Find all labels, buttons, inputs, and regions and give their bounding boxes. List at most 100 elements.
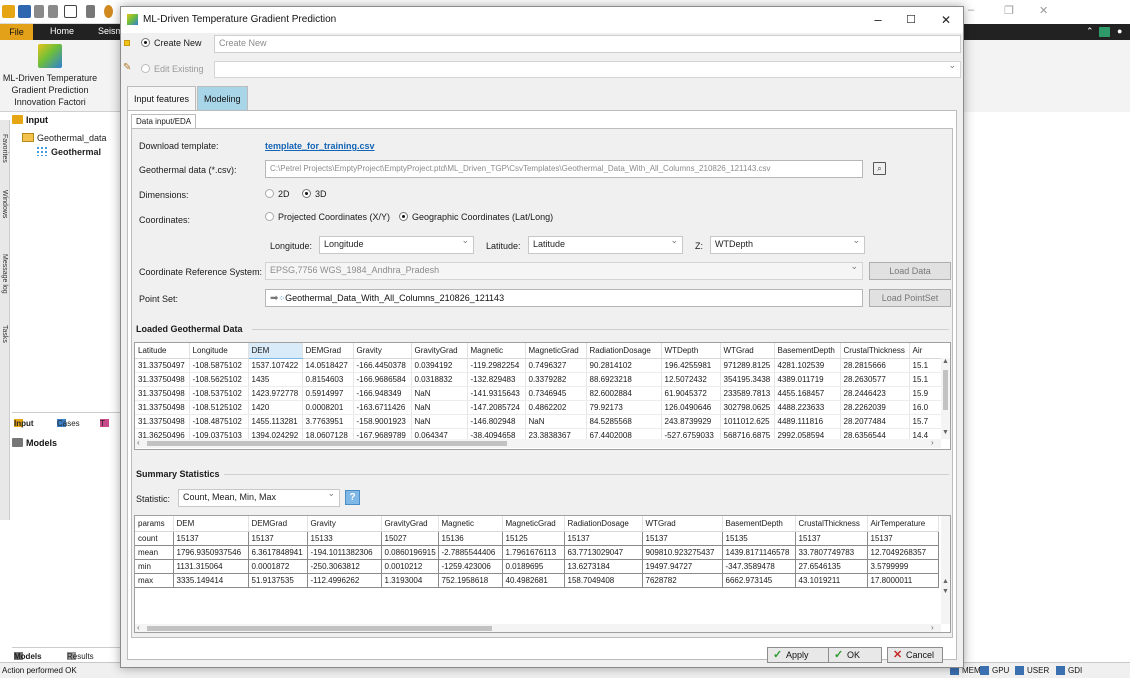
table-cell[interactable]: -250.3063812 bbox=[307, 559, 382, 574]
table-cell[interactable]: 1011012.625 bbox=[720, 414, 775, 429]
table-cell[interactable]: 28.2630577 bbox=[840, 372, 910, 387]
table-cell[interactable]: 3335.149414 bbox=[173, 573, 249, 588]
column-header[interactable]: Longitude bbox=[189, 343, 249, 359]
column-header[interactable]: BasementDepth bbox=[774, 343, 841, 359]
column-header[interactable]: GravityGrad bbox=[411, 343, 468, 359]
loaded-vscroll-thumb[interactable] bbox=[943, 370, 948, 410]
table-row[interactable]: max 3335.149414 51.9137535 -112.4996262 1.31… bbox=[135, 573, 939, 588]
table-cell[interactable]: 18.0607128 bbox=[302, 428, 354, 439]
table-cell[interactable]: 82.6002884 bbox=[586, 386, 662, 401]
table-cell[interactable]: 43.1019211 bbox=[795, 573, 868, 588]
table-cell[interactable]: -108.5125102 bbox=[189, 400, 249, 415]
table-cell[interactable]: 15137 bbox=[173, 531, 249, 546]
table-cell[interactable]: 0.0860196915 bbox=[381, 545, 439, 560]
table-cell[interactable]: 31.33750497 bbox=[135, 358, 190, 373]
ok-button[interactable]: ✓ OK bbox=[828, 647, 882, 663]
table-cell[interactable]: 0.0010212 bbox=[381, 559, 439, 574]
table-cell[interactable]: 15027 bbox=[381, 531, 439, 546]
table-cell[interactable]: 14.0518427 bbox=[302, 358, 354, 373]
table-cell[interactable]: 28.2446423 bbox=[840, 386, 910, 401]
table-cell[interactable]: 67.4402008 bbox=[586, 428, 662, 439]
summary-vertical-scrollbar[interactable]: ▲ ▼ bbox=[941, 516, 950, 624]
column-header[interactable]: CrustalThickness bbox=[795, 516, 868, 532]
table-cell[interactable]: 4488.223633 bbox=[774, 400, 841, 415]
table-cell[interactable]: -119.2982254 bbox=[467, 358, 526, 373]
table-cell[interactable]: 0.4862202 bbox=[525, 400, 587, 415]
table-cell[interactable]: 354195.3438 bbox=[720, 372, 775, 387]
dimension-3d-radio[interactable]: 3D bbox=[302, 189, 327, 199]
minimize-button[interactable]: – bbox=[863, 10, 893, 30]
table-cell[interactable]: 0.0189695 bbox=[502, 559, 565, 574]
loaded-hscroll-thumb[interactable] bbox=[147, 441, 507, 446]
table-cell[interactable]: NaN bbox=[525, 414, 587, 429]
load-pointset-button[interactable]: Load PointSet bbox=[869, 289, 951, 307]
tree-item-geothermal-pointset[interactable]: Geothermal bbox=[36, 146, 101, 157]
table-cell[interactable]: min bbox=[135, 559, 174, 574]
table-cell[interactable]: 3.7763951 bbox=[302, 414, 354, 429]
table-cell[interactable]: 126.0490646 bbox=[661, 400, 721, 415]
help-icon[interactable]: ⌃ bbox=[1086, 26, 1094, 37]
table-cell[interactable]: -166.9686584 bbox=[353, 372, 412, 387]
geothermal-data-path-input[interactable]: C:\Petrel Projects\EmptyProject\EmptyPro… bbox=[265, 160, 863, 178]
table-cell[interactable]: 31.33750498 bbox=[135, 372, 190, 387]
table-row[interactable]: count 15137 15137 15133 15027 15136 15125 15137… bbox=[135, 531, 939, 546]
table-cell[interactable]: 15125 bbox=[502, 531, 565, 546]
table-cell[interactable]: 61.9045372 bbox=[661, 386, 721, 401]
search-icon[interactable] bbox=[104, 5, 113, 18]
table-cell[interactable]: 0.7346945 bbox=[525, 386, 587, 401]
column-header[interactable]: DEM bbox=[248, 343, 303, 359]
table-cell[interactable]: -527.6759033 bbox=[661, 428, 721, 439]
scroll-left-arrow-icon[interactable]: ‹ bbox=[137, 438, 140, 447]
table-cell[interactable]: 31.36250496 bbox=[135, 428, 190, 439]
table-cell[interactable]: 971289.8125 bbox=[720, 358, 775, 373]
table-row[interactable]: 31.36250496 -109.0375103 1394.024292 18.060… bbox=[135, 428, 941, 439]
table-cell[interactable]: 51.9137535 bbox=[248, 573, 308, 588]
scroll-right-arrow-icon[interactable]: › bbox=[931, 438, 934, 447]
table-cell[interactable]: 2992.058594 bbox=[774, 428, 841, 439]
save-icon[interactable] bbox=[18, 5, 31, 18]
table-cell[interactable]: -167.9689789 bbox=[353, 428, 412, 439]
table-cell[interactable]: -1259.423006 bbox=[438, 559, 503, 574]
table-cell[interactable]: -166.4450378 bbox=[353, 358, 412, 373]
table-cell[interactable]: 0.0394192 bbox=[411, 358, 468, 373]
table-cell[interactable]: 1394.024292 bbox=[248, 428, 303, 439]
column-header[interactable]: CrustalThickness bbox=[840, 343, 910, 359]
table-cell[interactable]: 63.7713029047 bbox=[564, 545, 643, 560]
summary-scroll-right-icon[interactable]: › bbox=[931, 623, 934, 632]
summary-scroll-left-icon[interactable]: ‹ bbox=[137, 623, 140, 632]
table-cell[interactable]: 6662.973145 bbox=[722, 573, 796, 588]
column-header[interactable]: MagneticGrad bbox=[502, 516, 565, 532]
table-cell[interactable]: 15137 bbox=[795, 531, 868, 546]
edit-existing-select[interactable] bbox=[214, 61, 961, 78]
column-header[interactable]: WTGrad bbox=[642, 516, 723, 532]
projected-coordinates-radio[interactable]: Projected Coordinates (X/Y) bbox=[265, 212, 390, 222]
column-header[interactable]: DEM bbox=[173, 516, 249, 532]
table-row[interactable]: 31.33750497 -108.5875102 1537.107422 14.051… bbox=[135, 358, 941, 373]
table-cell[interactable]: 196.4255981 bbox=[661, 358, 721, 373]
create-new-input[interactable]: Create New bbox=[214, 35, 961, 53]
table-cell[interactable]: 1.7961676113 bbox=[502, 545, 565, 560]
table-cell[interactable]: 15135 bbox=[722, 531, 796, 546]
table-cell[interactable]: 752.1958618 bbox=[438, 573, 503, 588]
table-cell[interactable]: 0.7496327 bbox=[525, 358, 587, 373]
table-cell[interactable]: NaN bbox=[411, 414, 468, 429]
table-cell[interactable]: 84.5285568 bbox=[586, 414, 662, 429]
table-cell[interactable]: 15137 bbox=[642, 531, 723, 546]
load-data-button[interactable]: Load Data bbox=[869, 262, 951, 280]
table-cell[interactable]: 0.5914997 bbox=[302, 386, 354, 401]
maximize-button[interactable]: ☐ bbox=[896, 10, 926, 30]
host-minimize-icon[interactable]: – bbox=[968, 4, 974, 16]
column-header[interactable]: BasementDepth bbox=[722, 516, 796, 532]
table-cell[interactable]: -132.829483 bbox=[467, 372, 526, 387]
loaded-data-grid[interactable]: Latitude Longitude DEM DEMGrad Gravity Gravit… bbox=[134, 342, 951, 450]
table-cell[interactable]: 17.8000011 bbox=[867, 573, 939, 588]
ml-plugin-label[interactable]: ML-Driven Temperature Gradient Predictio… bbox=[0, 72, 100, 108]
ribbon-tab-file[interactable]: File bbox=[0, 24, 33, 40]
subtab-data-input-eda[interactable]: Data input/EDA bbox=[131, 114, 197, 128]
table-row[interactable]: 31.33750498 -108.4875102 1455.113281 3.7763… bbox=[135, 414, 941, 429]
table-cell[interactable]: 4389.011719 bbox=[774, 372, 841, 387]
table-cell[interactable]: -2.7885544406 bbox=[438, 545, 503, 560]
table-cell[interactable]: 0.8154603 bbox=[302, 372, 354, 387]
table-cell[interactable]: 28.6356544 bbox=[840, 428, 910, 439]
table-cell[interactable]: -112.4996262 bbox=[307, 573, 382, 588]
